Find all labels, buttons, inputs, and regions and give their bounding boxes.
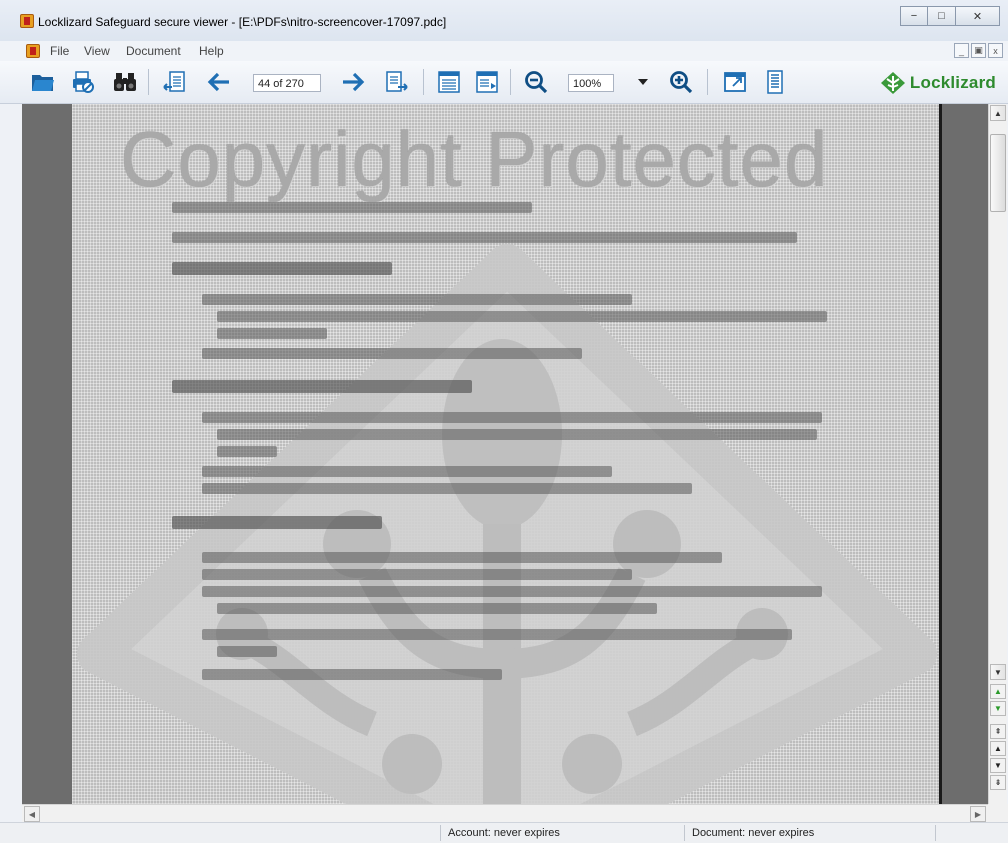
mdi-close-button[interactable]: x xyxy=(988,43,1003,58)
mdi-restore-button[interactable]: ▣ xyxy=(971,43,986,58)
scroll-right-arrow-icon[interactable]: ▶ xyxy=(970,806,986,822)
scrollbar-thumb[interactable] xyxy=(990,134,1006,212)
status-divider xyxy=(935,825,936,841)
document-text-line xyxy=(202,669,502,680)
document-text-line xyxy=(202,586,822,597)
document-text-line xyxy=(202,466,612,477)
toolbar-separator xyxy=(423,69,424,95)
scroll-page-down-icon[interactable]: ▼ xyxy=(990,758,1006,773)
document-text-line xyxy=(202,412,822,423)
find-binoculars-icon[interactable] xyxy=(112,69,138,95)
mdi-controls: _ ▣ x xyxy=(954,43,1003,58)
scroll-bottom-icon[interactable]: ⇟ xyxy=(990,775,1006,790)
first-page-icon[interactable] xyxy=(162,69,188,95)
toolbar: 44 of 270 100% Locklizard xyxy=(0,61,1008,104)
mdi-minimize-button[interactable]: _ xyxy=(954,43,969,58)
menu-file[interactable]: File xyxy=(50,44,69,58)
document-text-line xyxy=(172,202,532,213)
app-window: Locklizard Safeguard secure viewer - [E:… xyxy=(0,0,1008,843)
copyright-watermark: Copyright Protected xyxy=(120,115,829,203)
document-menu-icon[interactable] xyxy=(26,44,40,58)
document-heading-line xyxy=(172,516,382,529)
toolbar-separator xyxy=(510,69,511,95)
document-text-line xyxy=(202,483,692,494)
document-text-line xyxy=(202,569,632,580)
minimize-button[interactable]: − xyxy=(900,6,928,26)
close-button[interactable]: ✕ xyxy=(956,6,1000,26)
previous-page-arrow-icon[interactable] xyxy=(206,69,232,95)
document-text-line xyxy=(217,646,277,657)
document-text-line xyxy=(217,446,277,457)
maximize-button[interactable]: □ xyxy=(928,6,956,26)
status-bar: Account: never expires Document: never e… xyxy=(0,822,1008,843)
zoom-in-icon[interactable] xyxy=(668,69,694,95)
fit-window-icon[interactable] xyxy=(722,69,748,95)
scroll-page-up-icon[interactable]: ▲ xyxy=(990,741,1006,756)
scroll-down-arrow-icon[interactable]: ▼ xyxy=(990,664,1006,680)
account-expiry-status: Account: never expires xyxy=(448,827,560,839)
window-controls: − □ ✕ xyxy=(900,6,1000,26)
toolbar-separator xyxy=(707,69,708,95)
next-page-small-icon[interactable]: ▼ xyxy=(990,701,1006,716)
toolbar-separator xyxy=(148,69,149,95)
document-text-line xyxy=(217,603,657,614)
window-title: Locklizard Safeguard secure viewer - [E:… xyxy=(38,15,447,29)
document-expiry-status: Document: never expires xyxy=(692,827,815,839)
document-text-line xyxy=(202,294,632,305)
title-bar: Locklizard Safeguard secure viewer - [E:… xyxy=(0,0,1008,41)
next-page-arrow-icon[interactable] xyxy=(340,69,366,95)
status-divider xyxy=(684,825,685,841)
brand-name: Locklizard xyxy=(909,73,996,92)
document-text-line xyxy=(172,232,797,243)
locklizard-logo: Locklizard xyxy=(880,71,996,95)
zoom-out-icon[interactable] xyxy=(523,69,549,95)
document-text-line xyxy=(202,348,582,359)
app-logo-icon xyxy=(20,14,34,28)
resize-grip-icon[interactable] xyxy=(988,804,1008,822)
zoom-level-field[interactable]: 100% xyxy=(568,74,614,92)
last-page-icon[interactable] xyxy=(383,69,409,95)
previous-page-small-icon[interactable]: ▲ xyxy=(990,684,1006,699)
page-number-field[interactable]: 44 of 270 xyxy=(253,74,321,92)
vertical-scrollbar[interactable]: ▲ ▼ ▲ ▼ ⇞ ▲ ▼ ⇟ xyxy=(988,104,1007,804)
menu-view[interactable]: View xyxy=(84,44,110,58)
zoom-dropdown-icon[interactable] xyxy=(630,69,656,95)
status-divider xyxy=(440,825,441,841)
document-text-line xyxy=(217,328,327,339)
document-page: Copyright Protected xyxy=(72,104,942,804)
document-text-line xyxy=(217,429,817,440)
scroll-up-arrow-icon[interactable]: ▲ xyxy=(990,105,1006,121)
document-viewport[interactable]: Copyright Protected xyxy=(22,104,988,804)
document-text-line xyxy=(217,311,827,322)
document-heading-line xyxy=(172,380,472,393)
document-text-line xyxy=(202,629,792,640)
page-layout-icon[interactable] xyxy=(436,69,462,95)
menu-bar: File View Document Help _ ▣ x xyxy=(0,41,1008,61)
open-folder-icon[interactable] xyxy=(30,69,56,95)
horizontal-scrollbar[interactable]: ◀ ▶ xyxy=(22,804,988,822)
locklizard-logo-icon xyxy=(880,72,905,94)
scroll-left-arrow-icon[interactable]: ◀ xyxy=(24,806,40,822)
document-heading-line xyxy=(172,262,392,275)
menu-help[interactable]: Help xyxy=(199,44,224,58)
document-text-line xyxy=(202,552,722,563)
page-shadow-edge xyxy=(939,104,942,804)
scroll-top-icon[interactable]: ⇞ xyxy=(990,724,1006,739)
page-layout-alt-icon[interactable] xyxy=(474,69,500,95)
document-info-icon[interactable] xyxy=(762,69,788,95)
menu-document[interactable]: Document xyxy=(126,44,181,58)
print-disabled-icon[interactable] xyxy=(70,69,96,95)
